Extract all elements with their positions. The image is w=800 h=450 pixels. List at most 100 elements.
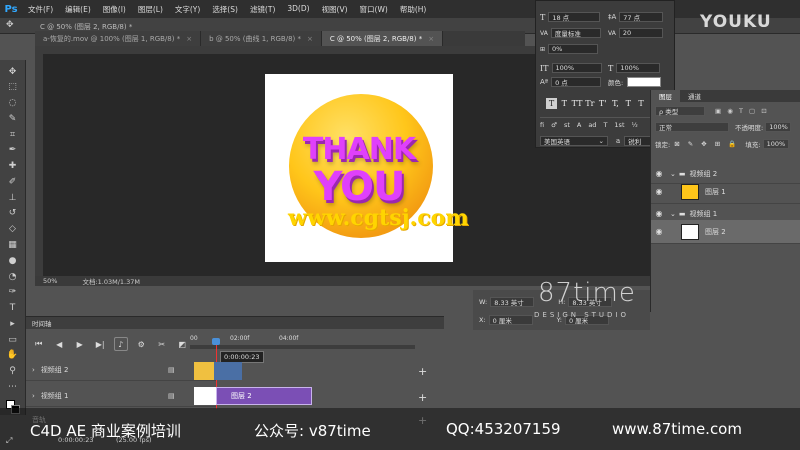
text-style-button-0[interactable]: T	[546, 97, 557, 109]
horizontal-scale-field[interactable]: 100%	[616, 63, 661, 73]
text-color-swatch[interactable]	[627, 77, 662, 87]
film-icon[interactable]: ▤	[168, 366, 175, 374]
ornament-icon[interactable]: ♂	[551, 121, 557, 129]
titling-icon[interactable]: ad	[588, 121, 596, 129]
half-icon[interactable]: ½	[632, 121, 638, 129]
add-media-icon[interactable]: +	[418, 365, 427, 378]
layer-row-layer-1[interactable]: ◉ 图层 1	[651, 180, 800, 204]
stylistic-icon[interactable]: st	[564, 121, 570, 129]
menu-item-8[interactable]: 视图(V)	[316, 4, 354, 15]
text-style-button-7[interactable]: T	[636, 98, 647, 109]
lasso-tool-icon[interactable]: ◌	[4, 96, 22, 111]
tsume-field[interactable]: 0%	[548, 44, 599, 54]
pen-tool-icon[interactable]: ✑	[4, 285, 22, 300]
play-icon[interactable]: ▶	[73, 337, 86, 351]
quick-select-tool-icon[interactable]: ✎	[4, 111, 22, 126]
healing-brush-icon[interactable]: ✚	[4, 159, 22, 174]
tab-layers[interactable]: 图层	[651, 90, 680, 102]
scissors-icon[interactable]: ✂	[155, 337, 168, 351]
fill-field[interactable]: 100%	[762, 139, 789, 149]
marquee-tool-icon[interactable]: ⬚	[4, 80, 22, 95]
menu-item-5[interactable]: 选择(S)	[206, 4, 244, 15]
render-icon[interactable]: ⤢	[6, 436, 12, 446]
close-icon[interactable]: ×	[428, 35, 434, 43]
blur-tool-icon[interactable]: ●	[4, 253, 22, 268]
kerning-field[interactable]: 度量标准	[550, 28, 601, 38]
vertical-scale-field[interactable]: 100%	[551, 63, 602, 73]
language-select[interactable]: 美国英语 ⌄	[540, 136, 608, 146]
path-select-icon[interactable]: ▸	[4, 316, 22, 331]
menu-item-9[interactable]: 窗口(W)	[354, 4, 394, 15]
text-style-button-2[interactable]: TT	[572, 98, 583, 109]
move-tool-icon[interactable]: ✥	[6, 20, 14, 30]
layer-filter-select[interactable]: ρ 类型	[655, 106, 705, 116]
track-video-group-1[interactable]: › 视频组 1 ▤	[26, 385, 216, 407]
menu-item-2[interactable]: 图像(I)	[97, 4, 132, 15]
fi-ligature-icon[interactable]: ﬁ	[540, 121, 544, 129]
first-frame-icon[interactable]: ⏮	[32, 337, 45, 351]
next-frame-icon[interactable]: ▶|	[93, 337, 106, 351]
layer-row-layer-2[interactable]: ◉ 图层 2	[651, 220, 800, 244]
transition-icon[interactable]: ◩	[175, 337, 188, 351]
chevron-right-icon[interactable]: ›	[32, 366, 35, 374]
dodge-tool-icon[interactable]: ◔	[4, 269, 22, 284]
tab-doc-c[interactable]: C @ 50% (图层 2, RGB/8) * ×	[321, 31, 444, 46]
baseline-field[interactable]: 0 点	[551, 77, 602, 87]
leading-field[interactable]: 77 点	[619, 12, 664, 22]
clip-layer-1-thumb[interactable]	[194, 362, 214, 380]
eye-icon[interactable]: ◉	[651, 227, 667, 236]
type-tool-icon[interactable]: T	[4, 300, 22, 315]
font-size-field[interactable]: 18 点	[548, 12, 601, 22]
clone-stamp-icon[interactable]: ⊥	[4, 190, 22, 205]
width-field[interactable]: 8.33 英寸	[490, 297, 535, 307]
move-tool-icon[interactable]: ✥	[4, 64, 22, 79]
history-brush-icon[interactable]: ↺	[4, 206, 22, 221]
audio-icon[interactable]: ♪	[113, 337, 128, 351]
tab-doc-b[interactable]: b @ 50% (曲线 1, RGB/8) * ×	[201, 31, 322, 46]
menu-item-10[interactable]: 帮助(H)	[394, 4, 433, 15]
hand-tool-icon[interactable]: ✋	[4, 348, 22, 363]
menu-item-1[interactable]: 编辑(E)	[59, 4, 97, 15]
text-style-button-6[interactable]: T	[623, 98, 634, 109]
clip-layer-1[interactable]	[214, 362, 242, 380]
blend-mode-select[interactable]: 正常	[655, 122, 729, 132]
menu-item-0[interactable]: 文件(F)	[22, 4, 59, 15]
eye-icon[interactable]: ◉	[651, 169, 667, 178]
close-icon[interactable]: ×	[307, 35, 313, 43]
doc-size[interactable]: 文档:1.03M/1.37M	[82, 276, 140, 286]
add-media-icon[interactable]: +	[418, 391, 427, 404]
menu-item-3[interactable]: 图层(L)	[132, 4, 169, 15]
tab-doc-a[interactable]: a-恢复的.mov @ 100% (图层 1, RGB/8) * ×	[35, 31, 202, 46]
eyedropper-tool-icon[interactable]: ✒	[4, 143, 22, 158]
eraser-tool-icon[interactable]: ◇	[4, 222, 22, 237]
film-icon[interactable]: ▤	[168, 392, 175, 400]
zoom-level[interactable]: 50%	[43, 277, 57, 285]
ordinal-icon[interactable]: T	[603, 121, 607, 129]
fraction-icon[interactable]: 1st	[614, 121, 624, 129]
work-area-bar[interactable]	[190, 345, 415, 349]
menu-item-7[interactable]: 3D(D)	[281, 4, 315, 15]
x-field[interactable]: 0 厘米	[488, 315, 533, 325]
chevron-right-icon[interactable]: ›	[32, 392, 35, 400]
track-video-group-2[interactable]: › 视频组 2 ▤	[26, 359, 216, 381]
chevron-down-icon[interactable]: ⌄	[670, 170, 676, 178]
shape-tool-icon[interactable]: ▭	[4, 332, 22, 347]
eye-icon[interactable]: ◉	[651, 187, 667, 196]
text-style-button-3[interactable]: Tr	[584, 98, 595, 109]
more-tools-icon[interactable]: ⋯	[4, 379, 22, 394]
prev-frame-icon[interactable]: ◀	[52, 337, 65, 351]
brush-tool-icon[interactable]: ✐	[4, 174, 22, 189]
filter-icons[interactable]: ▣ ◉ T ▢ ⊡	[715, 107, 769, 115]
playhead-handle[interactable]	[212, 338, 220, 345]
text-style-button-5[interactable]: T,	[610, 98, 621, 109]
swash-icon[interactable]: A	[577, 121, 581, 129]
close-icon[interactable]: ×	[186, 35, 192, 43]
settings-gear-icon[interactable]: ⚙	[135, 337, 148, 351]
tracking-field[interactable]: 20	[618, 28, 663, 38]
eye-icon[interactable]: ◉	[651, 209, 667, 218]
chevron-down-icon[interactable]: ⌄	[670, 210, 676, 218]
menu-item-4[interactable]: 文字(Y)	[169, 4, 206, 15]
gradient-tool-icon[interactable]: ▦	[4, 237, 22, 252]
lock-icons[interactable]: ⊠ ✎ ✥ ⊞ 🔒	[674, 140, 739, 148]
opacity-field[interactable]: 100%	[765, 122, 792, 132]
